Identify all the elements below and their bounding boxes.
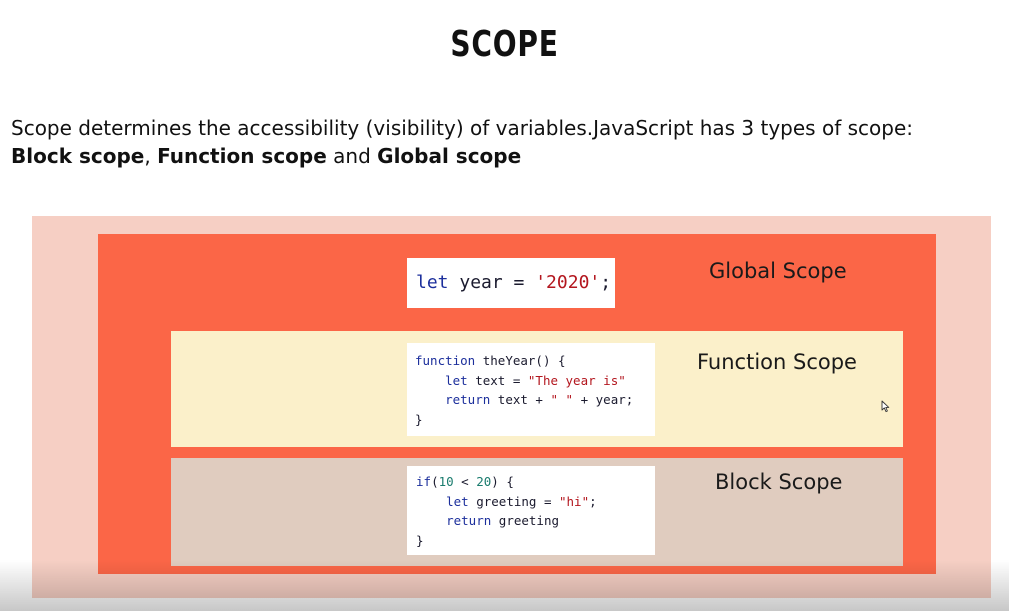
code-keyword: if: [416, 474, 432, 489]
intro-text: Scope determines the accessibility (visi…: [11, 114, 1001, 170]
code-text: + year;: [573, 392, 634, 407]
block-scope-label: Block Scope: [715, 470, 843, 494]
global-scope-label: Global Scope: [709, 259, 847, 283]
code-text: text =: [467, 372, 528, 388]
function-code-snippet: function theYear() { let text = "The yea…: [407, 343, 655, 436]
code-keyword: return: [446, 513, 492, 528]
intro-and: and: [326, 144, 378, 168]
intro-line-1: Scope determines the accessibility (visi…: [11, 116, 913, 140]
intro-function-scope: Function scope: [157, 144, 327, 168]
code-string: "hi": [559, 493, 590, 509]
code-string: " ": [550, 392, 574, 407]
block-code-snippet: if(10 < 20) { let greeting = "hi"; retur…: [407, 466, 655, 555]
code-keyword: function: [415, 353, 476, 368]
code-text: }: [415, 411, 423, 427]
code-string: '2020': [535, 272, 601, 293]
page-title: SCOPE: [450, 24, 559, 65]
code-keyword: let: [416, 272, 449, 293]
code-number: 10: [438, 474, 454, 489]
intro-global-scope: Global scope: [377, 144, 522, 168]
code-text: text +: [490, 392, 551, 407]
function-scope-label: Function Scope: [697, 350, 857, 374]
code-number: 20: [476, 474, 492, 489]
code-text: (: [431, 474, 439, 489]
code-text: greeting =: [468, 493, 559, 509]
intro-block-scope: Block scope: [11, 144, 145, 168]
code-text: ) {: [491, 474, 514, 489]
code-text: }: [416, 532, 424, 548]
code-keyword: let: [445, 372, 468, 388]
global-code-snippet: let year = '2020';: [407, 258, 615, 308]
code-keyword: return: [445, 392, 491, 407]
code-text: ;: [589, 493, 597, 509]
code-text: ;: [600, 272, 612, 293]
code-text: greeting: [491, 513, 559, 528]
code-string: "The year is": [527, 372, 626, 388]
code-text: theYear() {: [475, 353, 566, 368]
code-text: year =: [448, 272, 536, 293]
intro-comma: ,: [144, 144, 158, 168]
code-text: <: [453, 474, 477, 489]
mouse-cursor-icon: [881, 400, 890, 413]
code-keyword: let: [446, 493, 469, 509]
